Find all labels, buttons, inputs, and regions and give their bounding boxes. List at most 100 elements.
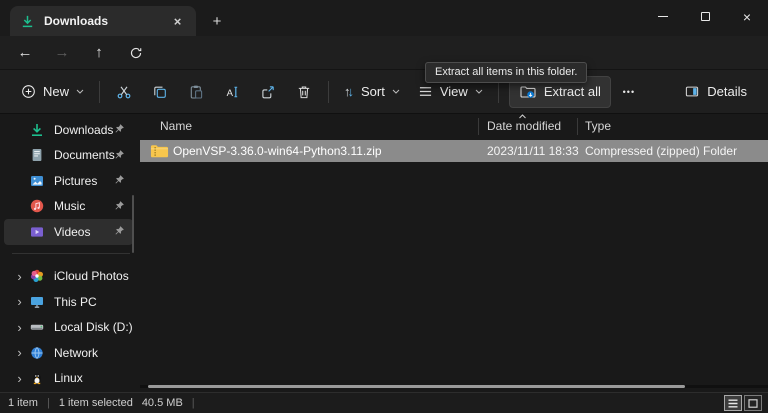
sidebar-item-label: iCloud Photos (54, 269, 129, 284)
sidebar-item-label: Downloads (54, 122, 114, 137)
network-icon (29, 345, 45, 361)
see-more-button[interactable]: ••• (611, 76, 647, 108)
navigation-bar: ← → ↑ › Downloads › Search Downloads (0, 36, 768, 101)
sidebar-item-music[interactable]: Music (4, 194, 133, 220)
horizontal-scrollbar-thumb[interactable] (148, 385, 685, 388)
chevron-right-icon[interactable]: › (10, 294, 29, 309)
status-divider: | (46, 397, 50, 409)
music-icon (29, 198, 45, 214)
zip-folder-icon (150, 143, 169, 159)
file-explorer-window: Downloads × + × ← → ↑ › Downloads (0, 0, 768, 413)
sort-icon: ↑↓ (344, 84, 355, 99)
minimize-button[interactable] (642, 0, 684, 33)
share-icon (262, 85, 274, 98)
toolbar-separator (497, 80, 499, 103)
tab-close-icon[interactable]: × (169, 13, 186, 30)
new-tab-button[interactable]: + (205, 9, 229, 33)
extract-folder-icon (520, 85, 536, 98)
details-pane-label: Details (707, 84, 747, 99)
sidebar-item-network[interactable]: › Network (4, 340, 133, 366)
chevron-down-icon (76, 89, 84, 94)
copy-button[interactable] (142, 76, 178, 108)
command-bar: New A ↑↓ Sort View Extract all ••• Detai… (0, 69, 768, 114)
column-header-type[interactable]: Type (585, 119, 611, 133)
column-separator[interactable] (478, 118, 479, 135)
download-icon (20, 14, 35, 29)
close-button[interactable]: × (726, 0, 768, 33)
pin-icon (114, 200, 125, 211)
up-button[interactable]: ↑ (84, 39, 114, 66)
sidebar-item-label: Documents (54, 148, 115, 163)
plus-circle-icon (22, 85, 35, 98)
file-list-pane: Name Date modified Type OpenVSP-3.36.0-w… (140, 114, 768, 392)
sidebar-item-this-pc[interactable]: › This PC (4, 289, 133, 315)
chevron-right-icon[interactable]: › (10, 371, 29, 386)
cut-button[interactable] (106, 76, 142, 108)
details-view-icon (728, 399, 738, 407)
chevron-right-icon[interactable]: › (10, 269, 29, 284)
icloud-photos-icon (29, 268, 45, 284)
sidebar-item-label: Videos (54, 224, 91, 239)
status-bar: 1 item | 1 item selected 40.5 MB | (0, 392, 768, 413)
delete-button[interactable] (286, 76, 322, 108)
sidebar-item-icloud-photos[interactable]: › iCloud Photos (4, 264, 133, 290)
details-pane-icon (686, 86, 699, 97)
details-view-button[interactable] (724, 395, 742, 411)
sort-button[interactable]: ↑↓ Sort (335, 76, 409, 108)
share-button[interactable] (250, 76, 286, 108)
tab-downloads[interactable]: Downloads × (10, 6, 196, 36)
maximize-button[interactable] (684, 0, 726, 33)
sidebar-item-downloads[interactable]: Downloads (4, 117, 133, 143)
videos-icon (29, 224, 45, 240)
extract-all-label: Extract all (543, 84, 601, 99)
sidebar-item-label: Linux (54, 371, 83, 386)
back-button[interactable]: ← (10, 39, 40, 66)
file-type: Compressed (zipped) Folder (585, 144, 738, 158)
view-lines-icon (419, 87, 431, 96)
sidebar-item-videos[interactable]: Videos (4, 219, 133, 245)
sidebar-scrollbar[interactable] (132, 195, 134, 253)
chevron-down-icon (392, 89, 400, 94)
document-icon (29, 147, 45, 163)
rename-icon: A (227, 86, 238, 98)
sidebar-item-label: Music (54, 199, 86, 214)
refresh-button[interactable] (121, 39, 151, 66)
navigation-pane: Downloads Documents Pictures Music Video… (0, 114, 140, 392)
paste-icon (190, 85, 203, 99)
selection-count: 1 item selected (58, 397, 133, 409)
column-header-name[interactable]: Name (160, 119, 192, 133)
cut-icon (117, 85, 131, 98)
extract-all-tooltip: Extract all items in this folder. (425, 62, 588, 83)
sidebar-item-local-disk-d[interactable]: › Local Disk (D:) (4, 315, 133, 341)
sidebar-separator (12, 252, 130, 254)
sidebar-item-linux[interactable]: › Linux (4, 366, 133, 392)
column-separator[interactable] (577, 118, 578, 135)
sidebar-item-documents[interactable]: Documents (4, 143, 133, 169)
paste-button[interactable] (178, 76, 214, 108)
close-icon: × (742, 8, 752, 25)
view-toggles (724, 395, 762, 411)
file-row-selected[interactable]: OpenVSP-3.36.0-win64-Python3.11.zip 2023… (140, 140, 768, 162)
svg-text:A: A (227, 87, 234, 98)
details-pane-button[interactable]: Details (675, 76, 756, 108)
icons-view-button[interactable] (744, 395, 762, 411)
chevron-right-icon[interactable]: › (10, 345, 29, 360)
sidebar-item-pictures[interactable]: Pictures (4, 168, 133, 194)
column-header-date-modified[interactable]: Date modified (487, 119, 561, 133)
pin-icon (114, 174, 125, 185)
toolbar-separator (99, 80, 101, 103)
toolbar-separator (328, 80, 330, 103)
forward-button[interactable]: → (47, 39, 77, 66)
pin-icon (114, 149, 125, 160)
pin-icon (114, 123, 125, 134)
icons-view-icon (748, 398, 758, 408)
sort-button-label: Sort (361, 84, 385, 99)
chevron-down-icon (475, 89, 483, 94)
window-controls: × (642, 0, 768, 33)
status-divider: | (191, 397, 195, 409)
linux-icon (29, 370, 45, 386)
chevron-right-icon[interactable]: › (10, 320, 29, 335)
copy-icon (154, 86, 166, 98)
new-button[interactable]: New (12, 76, 93, 108)
rename-button[interactable]: A (214, 76, 250, 108)
